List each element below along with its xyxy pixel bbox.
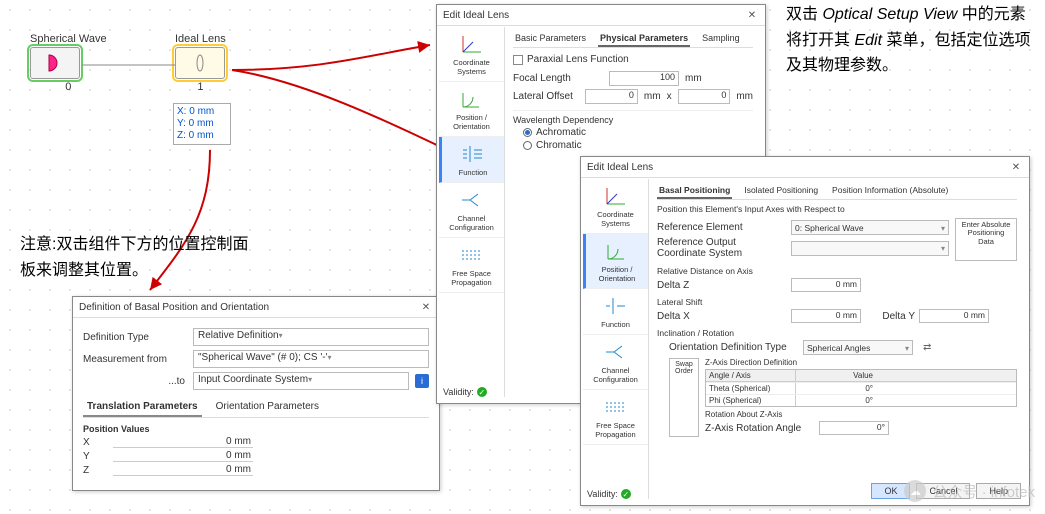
axes-icon: [459, 32, 485, 56]
pos-y-input[interactable]: 0 mm: [113, 450, 253, 462]
radio-icon: [523, 128, 532, 137]
lateral-offset-x-input[interactable]: 0: [585, 89, 638, 104]
close-icon[interactable]: ✕: [745, 8, 759, 22]
tab-position-info-absolute[interactable]: Position Information (Absolute): [830, 183, 950, 199]
sidebar-item-position-orientation[interactable]: Position / Orientation: [583, 234, 648, 289]
tab-translation[interactable]: Translation Parameters: [83, 398, 202, 417]
close-icon[interactable]: ✕: [419, 300, 433, 314]
phi-cell[interactable]: Phi (Spherical): [706, 395, 796, 406]
theta-value[interactable]: 0°: [796, 383, 876, 394]
pos-x: X: 0 mm: [177, 106, 227, 118]
sidebar-item-channel-config[interactable]: Channel Configuration: [583, 335, 648, 390]
sidebar-item-function[interactable]: Function: [583, 289, 648, 335]
node-index: 0: [30, 81, 107, 93]
dash-icon: [459, 243, 485, 267]
sidebar-item-free-space[interactable]: Free Space Propagation: [583, 390, 648, 445]
dialog-sidebar: Coordinate Systems Position / Orientatio…: [439, 27, 505, 397]
tab-sampling[interactable]: Sampling: [700, 31, 742, 47]
dialog-title-text: Edit Ideal Lens: [443, 10, 509, 21]
definition-type-label: Definition Type: [83, 332, 193, 343]
dialog-edit-lens-position: Edit Ideal Lens ✕ Coordinate Systems Pos…: [580, 156, 1030, 506]
node-title: Ideal Lens: [175, 33, 226, 45]
dialog-title-text: Edit Ideal Lens: [587, 162, 653, 173]
delta-x-input[interactable]: 0 mm: [791, 309, 861, 323]
sidebar-item-channel-config[interactable]: Channel Configuration: [439, 183, 504, 238]
swap-order-button[interactable]: Swap Order: [669, 358, 699, 437]
sidebar-item-function[interactable]: Function: [439, 137, 504, 183]
annotation-left: 注意:双击组件下方的位置控制面板来调整其位置。: [20, 232, 250, 283]
reference-element-select[interactable]: 0: Spherical Wave: [791, 220, 949, 235]
checkbox-icon: [513, 55, 523, 65]
delta-y-input[interactable]: 0 mm: [919, 309, 989, 323]
focal-length-label: Focal Length: [513, 73, 603, 84]
node-ideal-lens[interactable]: Ideal Lens 1: [175, 33, 226, 93]
angle-icon: [604, 239, 630, 263]
wave-icon: [460, 142, 486, 166]
z-rotation-input[interactable]: 0°: [819, 421, 889, 435]
axes-icon: [603, 184, 629, 208]
tab-isolated-positioning[interactable]: Isolated Positioning: [742, 183, 820, 199]
sidebar-item-free-space[interactable]: Free Space Propagation: [439, 238, 504, 293]
split-icon: [603, 340, 629, 364]
check-icon: ✓: [477, 387, 487, 397]
check-icon: ✓: [621, 489, 631, 499]
definition-type-select[interactable]: Relative Definition: [193, 328, 429, 346]
node-index: 1: [175, 81, 226, 93]
validity-indicator: Validity:✓: [443, 387, 487, 397]
position-respect-text: Position this Element's Input Axes with …: [657, 204, 1017, 214]
enter-absolute-button[interactable]: Enter Absolute Positioning Data: [955, 218, 1017, 261]
close-icon[interactable]: ✕: [1009, 160, 1023, 174]
node-spherical-wave[interactable]: Spherical Wave 0: [30, 33, 107, 93]
reverse-icon[interactable]: ⇄: [923, 342, 931, 353]
wavelength-dep-label: Wavelength Dependency: [513, 115, 753, 125]
pos-z-input[interactable]: 0 mm: [113, 464, 253, 476]
tab-basal-positioning[interactable]: Basal Positioning: [657, 183, 732, 199]
dash-icon: [603, 395, 629, 419]
validity-indicator: Validity:✓: [587, 489, 631, 499]
watermark: ☁ 公众号 · infotek: [904, 480, 1035, 502]
measurement-from-label: Measurement from: [83, 354, 193, 365]
tab-physical-params[interactable]: Physical Parameters: [598, 31, 690, 47]
orientation-def-select[interactable]: Spherical Angles: [803, 340, 913, 355]
lateral-offset-y-input[interactable]: 0: [678, 89, 731, 104]
dialog-basal-position: Definition of Basal Position and Orienta…: [72, 296, 440, 491]
focal-length-input[interactable]: 100: [609, 71, 679, 86]
reference-cs-select[interactable]: [791, 241, 949, 256]
position-values-head: Position Values: [83, 424, 429, 434]
to-label: ...to: [83, 376, 193, 387]
lens-icon: [190, 53, 210, 73]
node-lens-box[interactable]: [175, 47, 225, 79]
pos-y: Y: 0 mm: [177, 118, 227, 130]
node-title: Spherical Wave: [30, 33, 107, 45]
radio-chromatic[interactable]: Chromatic: [523, 140, 753, 151]
pos-z: Z: 0 mm: [177, 130, 227, 142]
sidebar-item-coordinate-systems[interactable]: Coordinate Systems: [583, 179, 648, 234]
lateral-offset-label: Lateral Offset: [513, 91, 579, 102]
source-icon: [43, 53, 67, 73]
pos-x-input[interactable]: 0 mm: [113, 436, 253, 448]
dialog-title-text: Definition of Basal Position and Orienta…: [79, 302, 269, 313]
paraxial-checkbox[interactable]: Paraxial Lens Function: [513, 54, 753, 65]
radio-icon: [523, 141, 532, 150]
angle-icon: [459, 87, 485, 111]
sidebar-item-coordinate-systems[interactable]: Coordinate Systems: [439, 27, 504, 82]
annotation-right: 双击 Optical Setup View 中的元素将打开其 Edit 菜单，包…: [786, 2, 1036, 79]
tab-orientation[interactable]: Orientation Parameters: [212, 398, 323, 417]
wechat-icon: ☁: [904, 480, 926, 502]
measurement-from-select[interactable]: "Spherical Wave" (# 0); CS '-': [193, 350, 429, 368]
dialog-sidebar: Coordinate Systems Position / Orientatio…: [583, 179, 649, 499]
angle-table: Angle / AxisValue Theta (Spherical)0° Ph…: [705, 369, 1017, 407]
delta-z-input[interactable]: 0 mm: [791, 278, 861, 292]
tab-basic-params[interactable]: Basic Parameters: [513, 31, 588, 47]
to-select[interactable]: Input Coordinate System: [193, 372, 409, 390]
info-icon[interactable]: i: [415, 374, 429, 388]
wave-icon: [603, 294, 629, 318]
split-icon: [459, 188, 485, 212]
sidebar-item-position-orientation[interactable]: Position / Orientation: [439, 82, 504, 137]
phi-value[interactable]: 0°: [796, 395, 876, 406]
node-source-box[interactable]: [30, 47, 80, 79]
theta-cell[interactable]: Theta (Spherical): [706, 383, 796, 394]
position-panel[interactable]: X: 0 mm Y: 0 mm Z: 0 mm: [173, 103, 231, 145]
radio-achromatic[interactable]: Achromatic: [523, 127, 753, 138]
